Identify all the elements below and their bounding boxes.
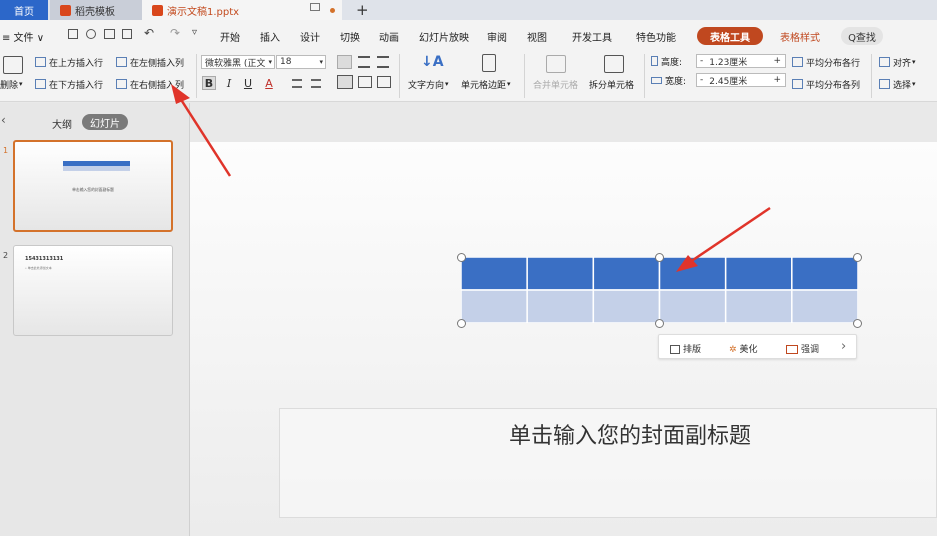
arrow-to-insert-right-icon [171,84,232,177]
arrow-to-table-icon [676,206,771,272]
annotation-arrows [171,84,771,272]
